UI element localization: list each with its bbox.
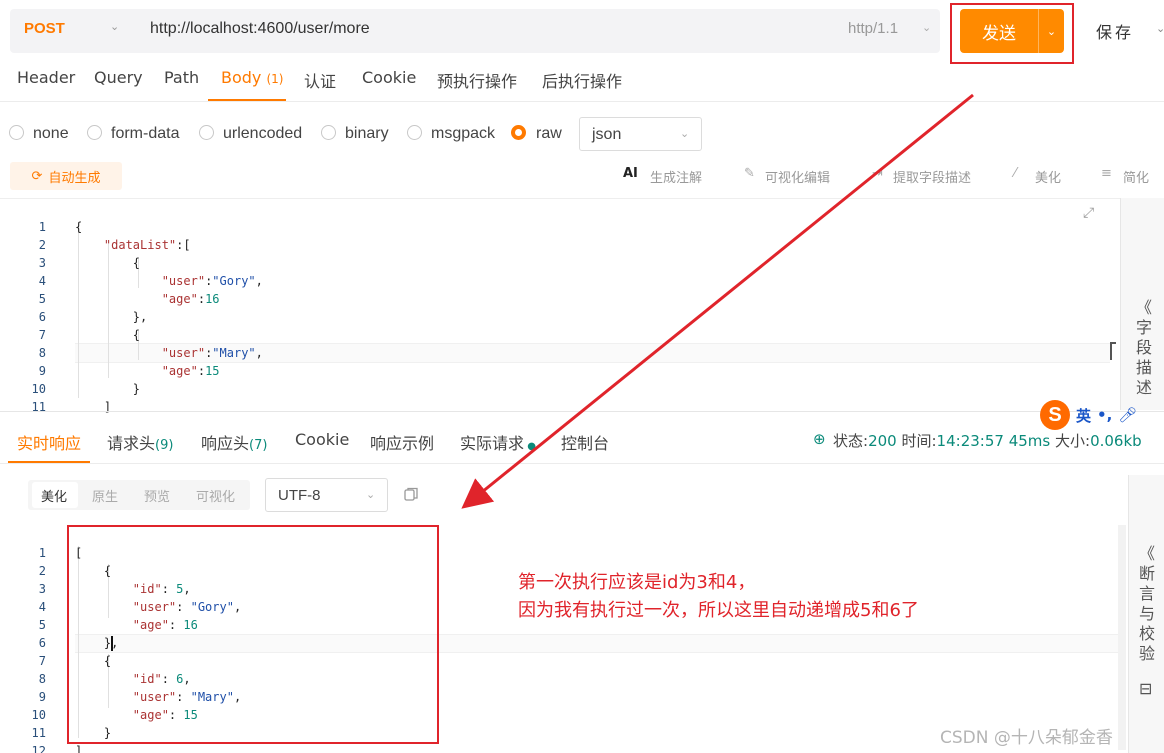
annotation-arrow: [461, 93, 974, 509]
watermark: CSDN @十八朵郁金香: [940, 728, 1113, 748]
